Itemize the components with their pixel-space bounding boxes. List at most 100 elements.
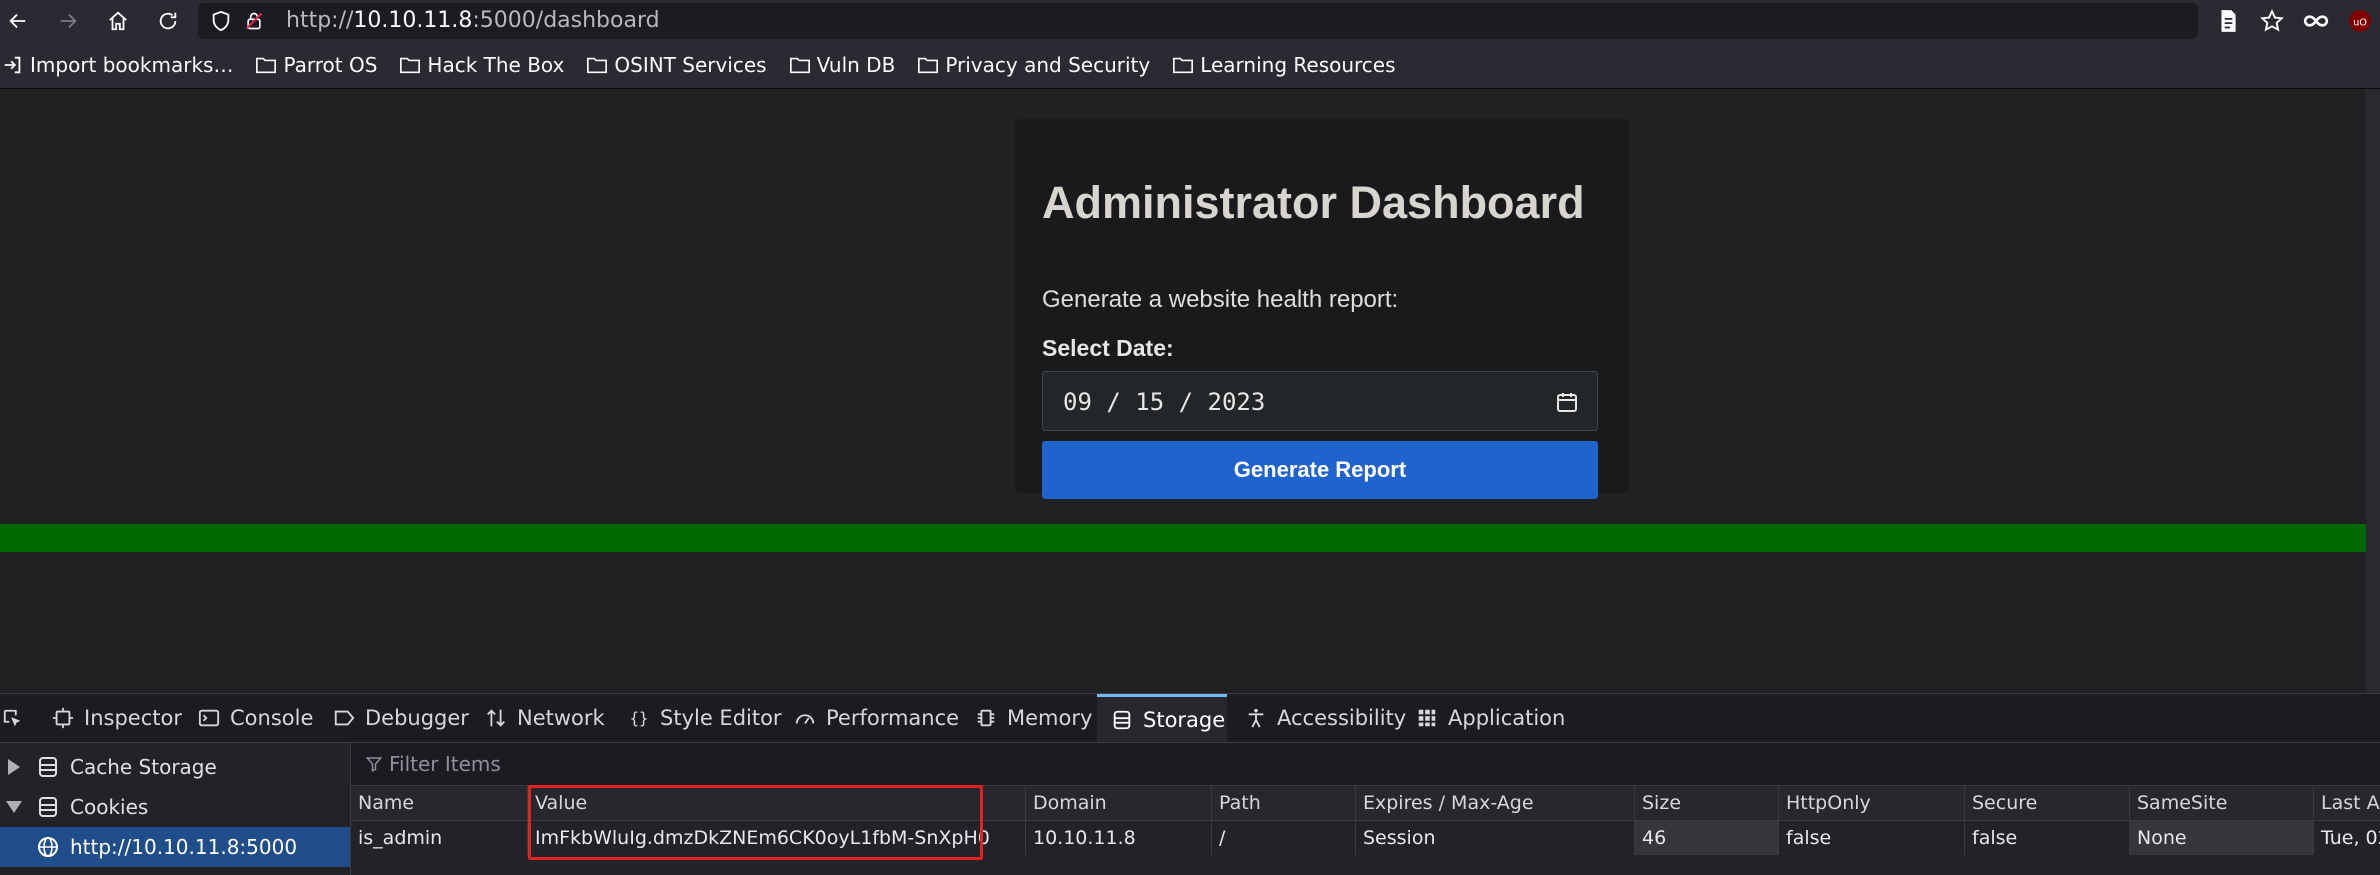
cell-last-accessed[interactable]: Tue, 02 J: [2313, 821, 2380, 855]
tab-label: Network: [517, 706, 605, 730]
back-icon: [7, 10, 29, 32]
tab-label: Accessibility: [1277, 706, 1407, 730]
storage-icon: [1111, 709, 1133, 731]
devtools-tabbar: Inspector Console Debugger Network {} St…: [0, 694, 2380, 743]
tree-item-label: http://10.10.11.8:5000: [70, 835, 298, 859]
bookmark-folder-learning-resources[interactable]: Learning Resources: [1172, 42, 1417, 88]
folder-icon: [399, 54, 421, 76]
folder-icon: [789, 54, 811, 76]
tree-item-cookie-host[interactable]: http://10.10.11.8:5000: [0, 827, 350, 867]
column-header-samesite[interactable]: SameSite: [2129, 786, 2313, 820]
memory-icon: [975, 707, 997, 729]
tab-application[interactable]: Application: [1416, 694, 1565, 742]
cell-secure[interactable]: false: [1964, 821, 2129, 855]
tab-memory[interactable]: Memory: [975, 694, 1092, 742]
storage-tree: Cache Storage Cookies http://10.10.11.8:…: [0, 743, 351, 875]
folder-icon: [917, 54, 939, 76]
tab-performance[interactable]: Performance: [794, 694, 959, 742]
tab-label: Console: [230, 706, 314, 730]
cell-size[interactable]: 46: [1634, 821, 1778, 855]
column-header-httponly[interactable]: HttpOnly: [1778, 786, 1964, 820]
cell-samesite[interactable]: None: [2129, 821, 2313, 855]
column-header-size[interactable]: Size: [1634, 786, 1778, 820]
date-value: 09 / 15 / 2023: [1063, 388, 1266, 416]
folder-icon: [1172, 54, 1194, 76]
storage-icon: [36, 795, 60, 819]
accessibility-icon: [1245, 707, 1267, 729]
filter-bar[interactable]: Filter Items: [351, 743, 2380, 786]
bookmark-folder-vuln-db[interactable]: Vuln DB: [789, 42, 918, 88]
column-header-domain[interactable]: Domain: [1025, 786, 1211, 820]
column-header-name[interactable]: Name: [351, 786, 527, 820]
performance-icon: [794, 707, 816, 729]
tab-label: Memory: [1007, 706, 1093, 730]
tree-item-cookies[interactable]: Cookies: [0, 787, 350, 827]
bookmark-label: Vuln DB: [816, 53, 896, 77]
tree-item-label: Cookies: [70, 795, 149, 819]
expand-arrow-icon[interactable]: [2, 755, 26, 779]
element-picker-icon[interactable]: [2, 708, 24, 730]
cell-name[interactable]: is_admin: [351, 821, 527, 855]
debugger-icon: [333, 707, 355, 729]
tab-network[interactable]: Network: [485, 694, 605, 742]
bookmark-star-icon[interactable]: [2259, 8, 2285, 34]
tab-label: Inspector: [84, 706, 182, 730]
bookmarks-toolbar: Import bookmarks… Parrot OS Hack The Box…: [0, 42, 2380, 89]
tab-inspector[interactable]: Inspector: [52, 694, 182, 742]
url-text[interactable]: http://10.10.11.8:5000/dashboard: [286, 3, 660, 39]
shield-icon[interactable]: [210, 10, 232, 32]
tab-debugger[interactable]: Debugger: [333, 694, 469, 742]
report-description: Generate a website health report:: [1042, 286, 1399, 313]
style-editor-icon: {}: [628, 707, 650, 729]
inspector-icon: [52, 707, 74, 729]
bookmark-label: Parrot OS: [283, 53, 378, 77]
calendar-icon[interactable]: [1555, 390, 1579, 414]
svg-text:{}: {}: [630, 710, 649, 728]
cell-domain[interactable]: 10.10.11.8: [1025, 821, 1211, 855]
browser-toolbar: http://10.10.11.8:5000/dashboard uO: [0, 0, 2380, 42]
back-button[interactable]: [2, 5, 34, 37]
import-icon: [2, 54, 24, 76]
bookmark-label: OSINT Services: [614, 53, 767, 77]
bookmark-folder-privacy-and-security[interactable]: Privacy and Security: [917, 42, 1172, 88]
value-highlight-annotation: [528, 785, 983, 860]
bookmark-folder-osint-services[interactable]: OSINT Services: [586, 42, 788, 88]
tab-label: Storage: [1143, 707, 1226, 732]
url-path: :5000/dashboard: [472, 8, 660, 33]
bookmark-import[interactable]: Import bookmarks…: [0, 42, 255, 88]
home-icon: [107, 10, 129, 32]
lock-icon[interactable]: [244, 10, 264, 32]
console-icon: [198, 707, 220, 729]
cell-httponly[interactable]: false: [1778, 821, 1964, 855]
tab-label: Debugger: [365, 706, 469, 730]
tab-accessibility[interactable]: Accessibility: [1245, 694, 1406, 742]
tab-console[interactable]: Console: [198, 694, 313, 742]
column-header-secure[interactable]: Secure: [1964, 786, 2129, 820]
collapse-arrow-icon[interactable]: [2, 795, 26, 819]
reader-view-icon[interactable]: [2215, 8, 2241, 34]
bookmark-folder-hack-the-box[interactable]: Hack The Box: [399, 42, 586, 88]
generate-report-button[interactable]: Generate Report: [1042, 441, 1598, 499]
forward-button[interactable]: [52, 5, 84, 37]
cell-expires[interactable]: Session: [1355, 821, 1634, 855]
page-scrollbar[interactable]: [2366, 89, 2380, 693]
tab-storage[interactable]: Storage: [1097, 694, 1227, 742]
url-host: 10.10.11.8: [353, 8, 473, 33]
column-header-path[interactable]: Path: [1211, 786, 1355, 820]
folder-icon: [586, 54, 608, 76]
svg-text:uO: uO: [2353, 17, 2367, 28]
reload-button[interactable]: [152, 5, 184, 37]
url-bar[interactable]: http://10.10.11.8:5000/dashboard: [198, 3, 2198, 39]
extension-icon[interactable]: [2303, 8, 2329, 34]
filter-input[interactable]: Filter Items: [389, 752, 501, 776]
tree-item-cache-storage[interactable]: Cache Storage: [0, 747, 350, 787]
dashboard-card: Administrator Dashboard Generate a websi…: [1015, 119, 1629, 499]
column-header-last-accessed[interactable]: Last Acce: [2313, 786, 2380, 820]
ublock-icon[interactable]: uO: [2347, 8, 2373, 34]
column-header-expires[interactable]: Expires / Max-Age: [1355, 786, 1634, 820]
home-button[interactable]: [102, 5, 134, 37]
bookmark-folder-parrot-os[interactable]: Parrot OS: [255, 42, 399, 88]
tab-style-editor[interactable]: {} Style Editor: [628, 694, 782, 742]
cell-path[interactable]: /: [1211, 821, 1355, 855]
date-input[interactable]: 09 / 15 / 2023: [1042, 371, 1598, 431]
